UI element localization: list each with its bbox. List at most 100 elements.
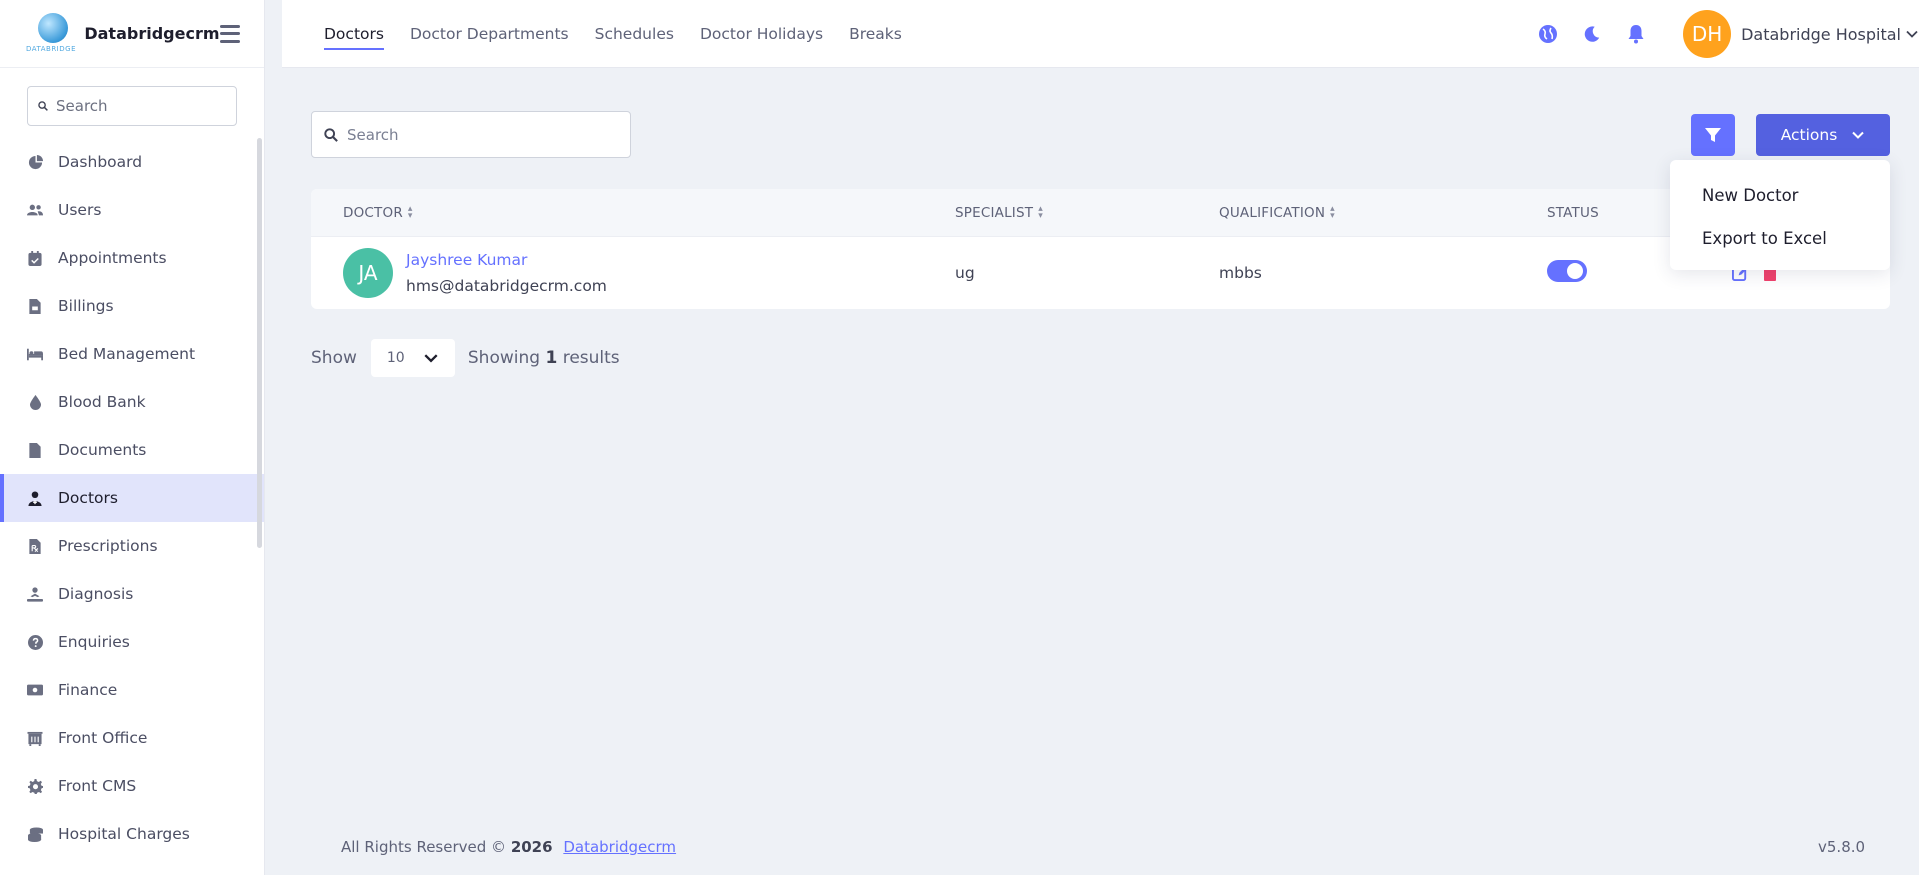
brand-name: Databridgecrm xyxy=(84,24,220,43)
file-prescription-icon xyxy=(27,538,43,554)
actions-button[interactable]: Actions xyxy=(1756,114,1890,156)
filter-button[interactable] xyxy=(1691,114,1735,156)
sidebar-item-label: Dashboard xyxy=(58,153,143,171)
tab-bar: Doctors Doctor Departments Schedules Doctor… xyxy=(324,0,902,68)
diagnoses-icon xyxy=(27,586,43,602)
topbar-right: DH Databridge Hospital xyxy=(1537,0,1919,68)
sidebar-item-ipd-opd[interactable]: IPD/OPD xyxy=(0,858,264,875)
chevron-down-icon xyxy=(1852,131,1865,139)
per-page-select[interactable]: 10 xyxy=(370,339,455,377)
filter-icon xyxy=(1705,128,1721,142)
bell-icon[interactable] xyxy=(1625,23,1647,45)
sidebar-item-label: Bed Management xyxy=(58,345,196,363)
sidebar-item-front-cms[interactable]: Front CMS xyxy=(0,762,264,810)
results-summary: Showing 1 results xyxy=(467,348,620,368)
export-excel-menu-item[interactable]: Export to Excel xyxy=(1670,217,1890,260)
topbar: Doctors Doctor Departments Schedules Doctor… xyxy=(282,0,1919,68)
doctor-cell: JA Jayshree Kumar hms@databridgecrm.com xyxy=(343,237,607,309)
tab-doctors[interactable]: Doctors xyxy=(324,0,384,68)
app-version: v5.8.0 xyxy=(1818,838,1866,856)
sidebar-item-label: Prescriptions xyxy=(58,537,158,555)
sidebar-item-documents[interactable]: Documents xyxy=(0,426,264,474)
sidebar-item-label: Enquiries xyxy=(58,633,130,651)
sort-icon: ▴ ▾ xyxy=(1330,204,1335,221)
footer-year: 2026 xyxy=(510,838,553,856)
sidebar-item-finance[interactable]: Finance xyxy=(0,666,264,714)
user-avatar[interactable]: DH xyxy=(1683,10,1732,58)
sidebar-item-blood-bank[interactable]: Blood Bank xyxy=(0,378,264,426)
question-circle-icon xyxy=(27,634,43,650)
sidebar-item-label: Documents xyxy=(58,441,147,459)
sidebar-item-label: Front CMS xyxy=(58,777,137,795)
chevron-down-icon xyxy=(1906,30,1918,38)
money-bill-icon xyxy=(27,682,43,698)
column-header-specialist[interactable]: SPECIALIST ▴ ▾ xyxy=(955,189,1043,237)
sidebar: DATABRIDGE Databridgecrm Dashboard Users A… xyxy=(0,0,265,875)
sidebar-item-front-office[interactable]: Front Office xyxy=(0,714,264,762)
column-header-doctor[interactable]: DOCTOR ▴ ▾ xyxy=(343,189,413,237)
sort-icon: ▴ ▾ xyxy=(1038,204,1043,221)
sidebar-item-users[interactable]: Users xyxy=(0,186,264,234)
sidebar-item-label: Blood Bank xyxy=(58,393,146,411)
sidebar-menu: Dashboard Users Appointments Billings Bed Ma… xyxy=(0,138,264,875)
sidebar-item-label: Front Office xyxy=(58,729,148,747)
sidebar-item-diagnosis[interactable]: Diagnosis xyxy=(0,570,264,618)
user-doctor-icon xyxy=(27,490,43,506)
new-doctor-menu-item[interactable]: New Doctor xyxy=(1670,174,1890,217)
dumpster-icon xyxy=(27,730,43,746)
doctor-email: hms@databridgecrm.com xyxy=(406,277,607,295)
sidebar-item-label: Doctors xyxy=(58,489,118,507)
pagination: Show 10 Showing 1 results xyxy=(311,339,620,377)
specialist-cell: ug xyxy=(955,264,975,282)
tab-schedules[interactable]: Schedules xyxy=(595,0,674,68)
sidebar-item-label: Billings xyxy=(58,297,114,315)
tab-doctor-departments[interactable]: Doctor Departments xyxy=(410,0,569,68)
status-cell xyxy=(1547,237,1587,309)
sidebar-item-hospital-charges[interactable]: Hospital Charges xyxy=(0,810,264,858)
sidebar-search-input[interactable] xyxy=(56,97,226,115)
globe-icon[interactable] xyxy=(1537,23,1559,45)
table-row: JA Jayshree Kumar hms@databridgecrm.com … xyxy=(311,237,1890,309)
sidebar-search xyxy=(27,86,237,126)
sidebar-item-billings[interactable]: Billings xyxy=(0,282,264,330)
user-menu[interactable]: Databridge Hospital xyxy=(1741,25,1919,44)
sidebar-item-label: Users xyxy=(58,201,102,219)
coins-icon xyxy=(27,826,43,842)
doctors-table: DOCTOR ▴ ▾ SPECIALIST ▴ ▾ QUALIFICATION ▴ ▾ ST… xyxy=(311,189,1890,309)
gear-icon xyxy=(27,778,43,794)
bed-icon xyxy=(27,346,43,362)
tab-doctor-holidays[interactable]: Doctor Holidays xyxy=(700,0,823,68)
brand-logo[interactable]: DATABRIDGE xyxy=(24,11,76,57)
menu-toggle-icon[interactable] xyxy=(219,24,240,43)
brand-header: DATABRIDGE Databridgecrm xyxy=(0,0,264,68)
doctor-avatar[interactable]: JA xyxy=(343,248,393,298)
doctor-search-input[interactable] xyxy=(347,125,607,144)
footer-copyright: All Rights Reserved © xyxy=(341,838,507,856)
table-header: DOCTOR ▴ ▾ SPECIALIST ▴ ▾ QUALIFICATION ▴ ▾ ST… xyxy=(311,189,1890,237)
user-name: Databridge Hospital xyxy=(1741,24,1901,44)
sidebar-item-doctors[interactable]: Doctors xyxy=(0,474,264,522)
footer-link[interactable]: Databridgecrm xyxy=(563,838,676,856)
moon-icon[interactable] xyxy=(1581,23,1603,45)
status-toggle[interactable] xyxy=(1547,260,1587,282)
sidebar-scrollbar[interactable] xyxy=(257,138,262,548)
sidebar-item-appointments[interactable]: Appointments xyxy=(0,234,264,282)
sidebar-item-dashboard[interactable]: Dashboard xyxy=(0,138,264,186)
footer: All Rights Reserved © 2026 Databridgecrm xyxy=(341,838,676,856)
column-header-status: STATUS xyxy=(1547,205,1599,221)
sidebar-item-enquiries[interactable]: Enquiries xyxy=(0,618,264,666)
search-icon xyxy=(38,101,48,111)
sidebar-item-label: Finance xyxy=(58,681,118,699)
file-invoice-icon xyxy=(27,298,43,314)
per-page-value: 10 xyxy=(386,350,405,366)
sort-icon: ▴ ▾ xyxy=(407,204,413,221)
users-icon xyxy=(27,202,43,218)
tab-breaks[interactable]: Breaks xyxy=(849,0,902,68)
sidebar-item-label: Diagnosis xyxy=(58,585,134,603)
sidebar-item-prescriptions[interactable]: Prescriptions xyxy=(0,522,264,570)
sidebar-item-bed-management[interactable]: Bed Management xyxy=(0,330,264,378)
sidebar-item-label: Hospital Charges xyxy=(58,825,190,843)
doctor-name-link[interactable]: Jayshree Kumar xyxy=(406,251,607,269)
column-header-qualification[interactable]: QUALIFICATION ▴ ▾ xyxy=(1219,189,1335,237)
actions-dropdown: New Doctor Export to Excel xyxy=(1670,160,1890,270)
